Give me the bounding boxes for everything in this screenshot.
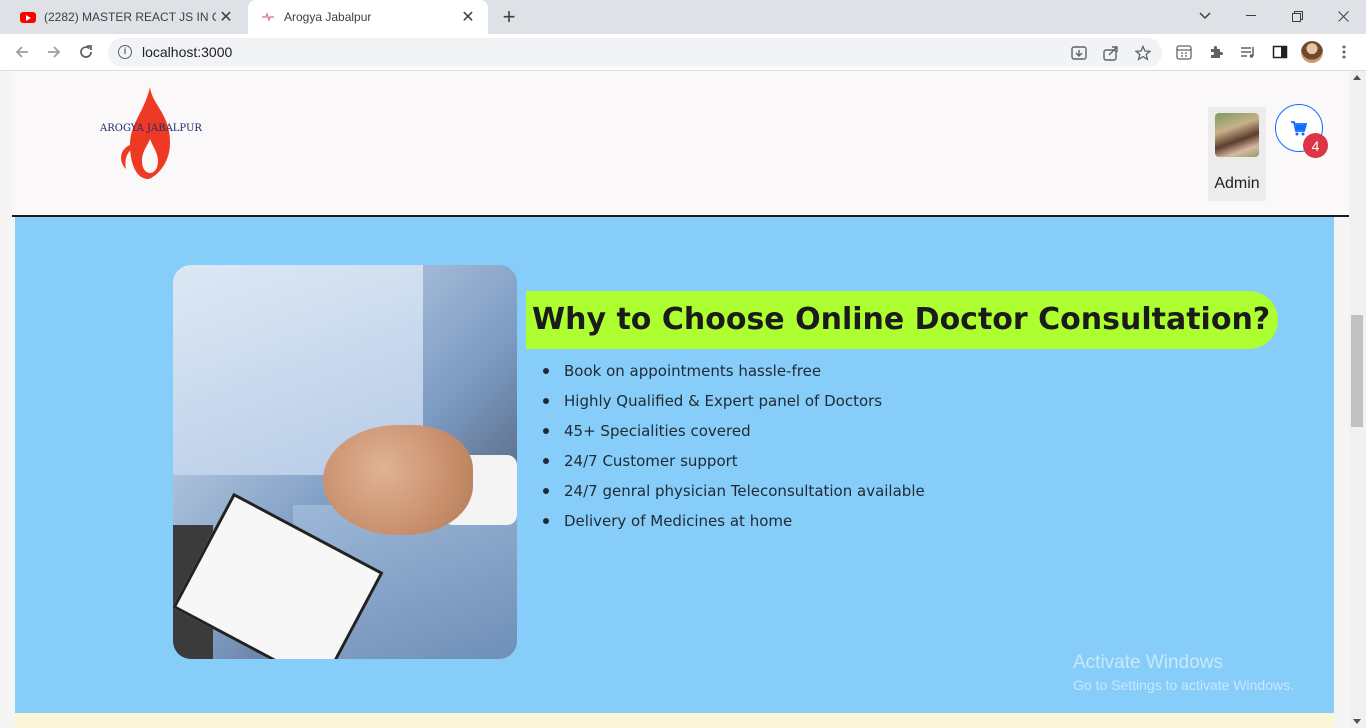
admin-profile[interactable]: Admin [1208, 107, 1266, 201]
activate-windows-title: Activate Windows [1073, 652, 1223, 673]
site-header: AROGYA JABALPUR Admin 4 [12, 71, 1349, 217]
browser-tab-strip: (2282) MASTER REACT JS IN ONE ✕ Arogya J… [0, 0, 1366, 34]
address-bar[interactable]: i localhost:3000 [108, 38, 1162, 67]
consultation-section: Why to Choose Online Doctor Consultation… [15, 217, 1334, 713]
list-item: 24/7 genral physician Teleconsultation a… [543, 479, 925, 509]
calendar-extension-icon[interactable] [1174, 42, 1194, 62]
close-window-button[interactable] [1320, 0, 1366, 32]
section-title: Why to Choose Online Doctor Consultation… [526, 291, 1279, 349]
tab-title: Arogya Jabalpur [284, 10, 372, 24]
close-tab-icon[interactable]: ✕ [458, 7, 478, 27]
page-viewport: AROGYA JABALPUR Admin 4 Why to Choose On… [0, 71, 1349, 728]
browser-tab-arogya[interactable]: Arogya Jabalpur ✕ [248, 0, 488, 34]
cart-icon [1291, 120, 1307, 135]
browser-tab-youtube[interactable]: (2282) MASTER REACT JS IN ONE ✕ [8, 0, 246, 34]
scrollbar-thumb[interactable] [1351, 315, 1363, 427]
logo-text: AROGYA JABALPUR [100, 123, 202, 134]
list-item: Delivery of Medicines at home [543, 509, 925, 539]
admin-avatar [1215, 113, 1259, 157]
more-menu-icon[interactable] [1334, 42, 1354, 62]
cart-count-badge: 4 [1303, 133, 1328, 158]
install-app-icon[interactable] [1070, 44, 1088, 62]
next-section-edge [15, 713, 1334, 728]
site-favicon-icon [260, 9, 276, 25]
forward-arrow-icon[interactable] [40, 38, 68, 66]
extensions-puzzle-icon[interactable] [1206, 42, 1226, 62]
back-arrow-icon[interactable] [8, 38, 36, 66]
bookmark-star-icon[interactable] [1134, 44, 1152, 62]
close-tab-icon[interactable]: ✕ [216, 7, 236, 27]
admin-label: Admin [1214, 175, 1260, 192]
restore-button[interactable] [1274, 0, 1320, 32]
browser-toolbar: i localhost:3000 [0, 34, 1366, 71]
profile-avatar[interactable] [1301, 41, 1323, 63]
youtube-icon [20, 9, 36, 25]
side-panel-icon[interactable] [1270, 42, 1290, 62]
minimize-button[interactable] [1228, 0, 1274, 32]
list-item: 24/7 Customer support [543, 449, 925, 479]
list-item: Highly Qualified & Expert panel of Docto… [543, 389, 925, 419]
list-item: Book on appointments hassle-free [543, 359, 925, 389]
scroll-down-arrow-icon[interactable] [1353, 719, 1361, 724]
share-icon[interactable] [1102, 44, 1120, 62]
new-tab-button[interactable]: + [496, 4, 522, 29]
tab-title: (2282) MASTER REACT JS IN ONE [44, 10, 216, 24]
media-queue-icon[interactable] [1238, 42, 1258, 62]
site-info-icon[interactable]: i [118, 45, 132, 59]
features-list: Book on appointments hassle-free Highly … [543, 359, 925, 539]
address-url[interactable]: localhost:3000 [142, 38, 232, 67]
activate-windows-subtitle: Go to Settings to activate Windows. [1073, 677, 1294, 693]
tab-search-icon[interactable] [1182, 0, 1228, 32]
reload-icon[interactable] [72, 38, 100, 66]
scroll-up-arrow-icon[interactable] [1353, 75, 1361, 80]
list-item: 45+ Specialities covered [543, 419, 925, 449]
doctor-consultation-photo [173, 265, 517, 659]
page-scrollbar[interactable] [1349, 71, 1366, 728]
site-logo[interactable]: AROGYA JABALPUR [100, 83, 202, 183]
